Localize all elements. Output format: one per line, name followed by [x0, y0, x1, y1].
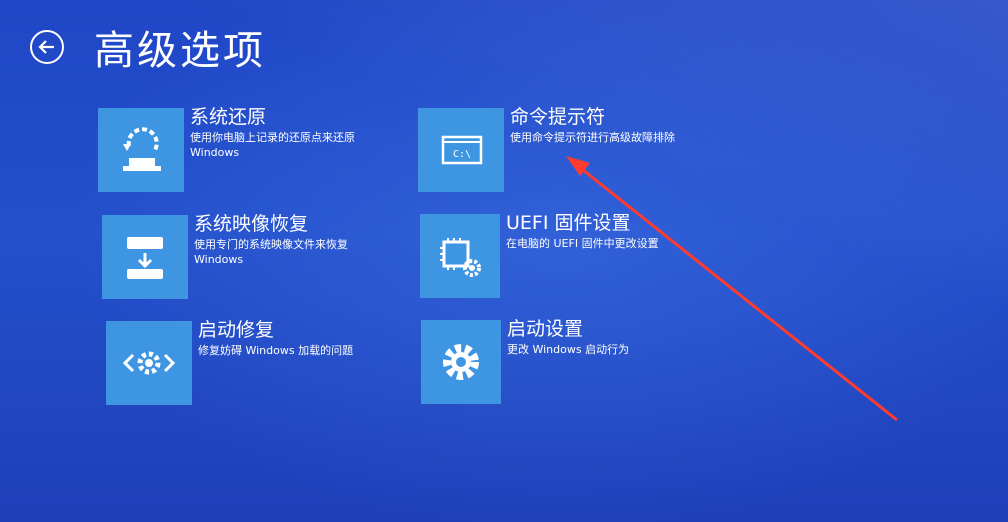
- annotation-arrow: [566, 156, 898, 422]
